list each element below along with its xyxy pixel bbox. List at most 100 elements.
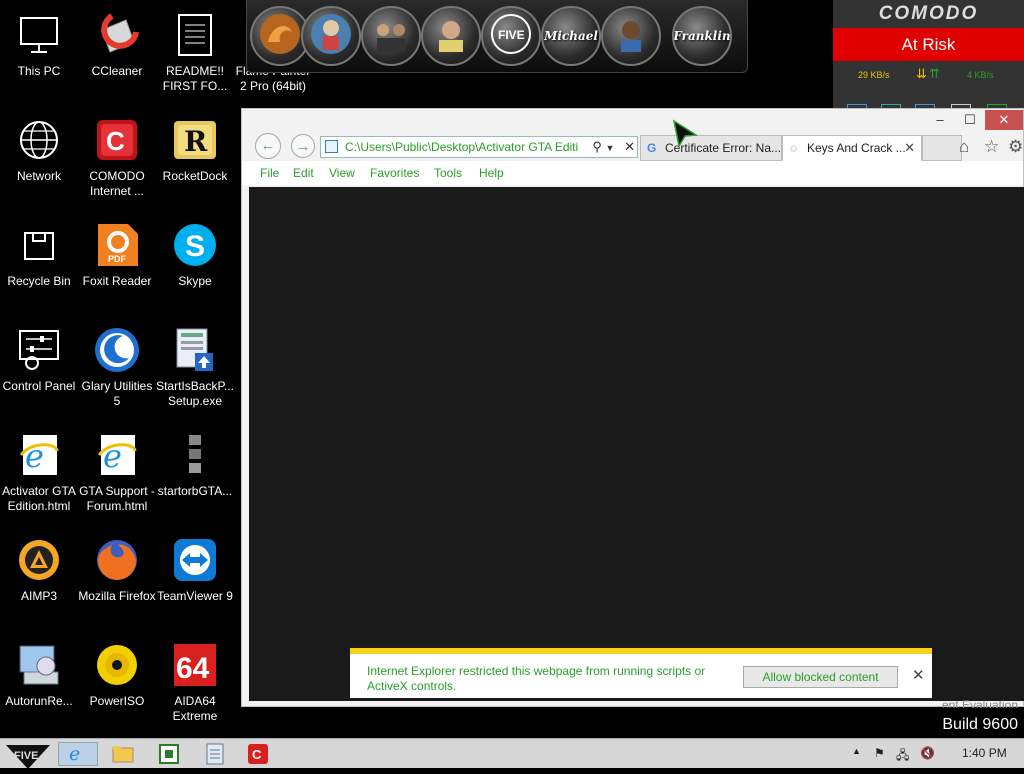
desktop-icon-recycle-bin[interactable]: Recycle Bin xyxy=(0,220,78,289)
menu-edit[interactable]: Edit xyxy=(293,161,314,185)
desktop-icon-network[interactable]: Network xyxy=(0,115,78,184)
favorites-star-icon[interactable]: ☆ xyxy=(984,137,999,157)
desktop-icon-autorunre[interactable]: AutorunRe... xyxy=(0,640,78,709)
new-tab-button[interactable] xyxy=(922,135,962,161)
menu-tools[interactable]: Tools xyxy=(434,161,462,185)
search-icon[interactable]: ⚲ xyxy=(592,139,602,154)
action-center-flag-icon[interactable]: ⚑ xyxy=(874,746,885,760)
desktop-icon-activator-html[interactable]: e Activator GTA Edition.html xyxy=(0,430,78,514)
comodo-widget[interactable]: COMODO At Risk 29 KB/s ⇊ ⇈ 4 KB/s xyxy=(833,0,1024,108)
desktop-icon-teamviewer[interactable]: TeamViewer 9 xyxy=(156,535,234,604)
menu-favorites[interactable]: Favorites xyxy=(370,161,419,185)
glary-utilities-icon xyxy=(92,325,142,375)
clock-time[interactable]: 1:40 PM xyxy=(962,746,1007,760)
desktop-icon-poweriso[interactable]: PowerISO xyxy=(78,640,156,709)
dock-item-gta-five-logo[interactable]: FIVE xyxy=(481,6,541,66)
dock-item-label: Michael xyxy=(544,29,598,43)
dock-item-gta-lamar[interactable] xyxy=(601,6,661,66)
desktop-icon-firefox[interactable]: Mozilla Firefox xyxy=(78,535,156,604)
edition-watermark: ent Evaluation xyxy=(941,698,1018,708)
stop-icon[interactable]: ✕ xyxy=(624,139,635,154)
maximize-button[interactable]: ☐ xyxy=(955,110,985,130)
control-panel-icon xyxy=(14,325,64,375)
comodo-icon: C xyxy=(92,115,142,165)
close-button[interactable]: ✕ xyxy=(985,110,1023,130)
gta-orb-sprites-icon xyxy=(170,430,220,480)
home-icon[interactable]: ⌂ xyxy=(959,137,969,157)
taskbar-comodo[interactable]: C xyxy=(246,742,270,766)
text-document-icon xyxy=(170,10,220,60)
desktop-icon-foxit[interactable]: PDF Foxit Reader xyxy=(78,220,156,289)
desktop-icon-glary[interactable]: Glary Utilities 5 xyxy=(78,325,156,409)
comodo-icon: C xyxy=(248,744,268,764)
foxit-pdf-icon: PDF xyxy=(92,220,142,270)
download-speed: 29 KB/s xyxy=(858,70,890,80)
menu-help[interactable]: Help xyxy=(479,161,504,185)
forward-arrow-icon: → xyxy=(295,138,311,155)
upload-arrow-icon: ⇈ xyxy=(929,66,940,81)
desktop-icon-startorb[interactable]: startorbGTA... xyxy=(156,430,234,499)
desktop-icon-comodo[interactable]: C COMODO Internet ... xyxy=(78,115,156,199)
installer-icon xyxy=(170,325,220,375)
forward-button[interactable]: → xyxy=(291,134,315,158)
svg-text:R: R xyxy=(184,125,208,158)
dock-item-gta-group[interactable] xyxy=(361,6,421,66)
desktop-icon-label: Mozilla Firefox xyxy=(78,589,156,603)
dock-item-gta-franklin[interactable]: Franklin xyxy=(672,6,732,66)
desktop-icon-readme[interactable]: README!! FIRST FO... xyxy=(156,10,234,94)
dock-item-gta-lucia[interactable] xyxy=(301,6,361,66)
desktop-icon-ccleaner[interactable]: CCleaner xyxy=(78,10,156,79)
gta-group-icon xyxy=(369,12,413,61)
comodo-status[interactable]: At Risk xyxy=(833,28,1024,61)
tab-certificate-error[interactable]: G Certificate Error: Na... xyxy=(640,135,782,161)
taskbar-file-explorer[interactable] xyxy=(111,742,135,766)
volume-muted-icon[interactable]: 🔇 xyxy=(920,746,935,760)
menu-file[interactable]: File xyxy=(260,161,279,185)
taskbar-notepad[interactable] xyxy=(203,742,227,766)
system-tray: ▲ ⚑ 🖧 🔇 1:40 PM xyxy=(844,739,1024,769)
globe-icon xyxy=(14,115,64,165)
desktop-icon-skype[interactable]: S Skype xyxy=(156,220,234,289)
minimize-button[interactable]: – xyxy=(925,110,955,130)
address-bar[interactable]: C:\Users\Public\Desktop\Activator GTA Ed… xyxy=(320,136,638,158)
start-button[interactable]: FIVE xyxy=(4,739,52,769)
tab-keys-and-crack[interactable]: ◌ Keys And Crack ... ✕ xyxy=(782,135,922,161)
internet-explorer-icon: e xyxy=(69,743,81,765)
back-button[interactable]: ← xyxy=(255,133,281,159)
svg-text:FIVE: FIVE xyxy=(498,28,525,42)
taskbar-spreadsheet[interactable] xyxy=(157,742,181,766)
network-icon[interactable]: 🖧 xyxy=(896,746,909,767)
gta-five-start-icon: FIVE xyxy=(6,745,50,769)
internet-explorer-file-icon: e xyxy=(14,430,64,480)
show-hidden-icons-icon[interactable]: ▲ xyxy=(852,746,861,756)
dock-item-gta-michael[interactable]: Michael xyxy=(541,6,601,66)
folder-icon xyxy=(112,746,134,763)
tab-close-icon[interactable]: ✕ xyxy=(904,136,915,160)
desktop-icon-startisback[interactable]: StartIsBackP... Setup.exe xyxy=(156,325,234,409)
dock-item-gta-trevor[interactable] xyxy=(421,6,481,66)
close-notification-icon[interactable]: ✕ xyxy=(912,666,925,684)
allow-blocked-content-button[interactable]: Allow blocked content xyxy=(743,666,898,688)
desktop-icon-gta-support-html[interactable]: e GTA Support - Forum.html xyxy=(78,430,156,514)
aimp-icon xyxy=(14,535,64,585)
desktop-icon-this-pc[interactable]: This PC xyxy=(0,10,78,79)
desktop-icon-aimp3[interactable]: AIMP3 xyxy=(0,535,78,604)
desktop-icon-label: RocketDock xyxy=(162,169,228,183)
gta-five-logo-icon: FIVE xyxy=(489,12,533,61)
desktop-icon-aida64[interactable]: 64 AIDA64 Extreme xyxy=(156,640,234,724)
notepad-icon xyxy=(206,743,224,765)
desktop-icon-rocketdock[interactable]: R RocketDock xyxy=(156,115,234,184)
settings-gear-icon[interactable]: ⚙ xyxy=(1008,137,1023,157)
menu-view[interactable]: View xyxy=(329,161,355,185)
desktop-icon-label: Foxit Reader xyxy=(82,274,152,288)
teamviewer-icon xyxy=(170,535,220,585)
desktop-icon-label: PowerISO xyxy=(89,694,145,708)
page-icon xyxy=(325,140,338,153)
loading-spinner-icon: ◌ xyxy=(790,141,798,155)
desktop-icon-label: README!! FIRST FO... xyxy=(162,64,228,93)
desktop-icon-control-panel[interactable]: Control Panel xyxy=(0,325,78,394)
desktop-icon-label: Skype xyxy=(178,274,212,288)
page-content[interactable] xyxy=(249,187,1024,701)
taskbar-internet-explorer[interactable]: e xyxy=(58,742,98,766)
dropdown-icon[interactable]: ▼ xyxy=(606,143,615,153)
